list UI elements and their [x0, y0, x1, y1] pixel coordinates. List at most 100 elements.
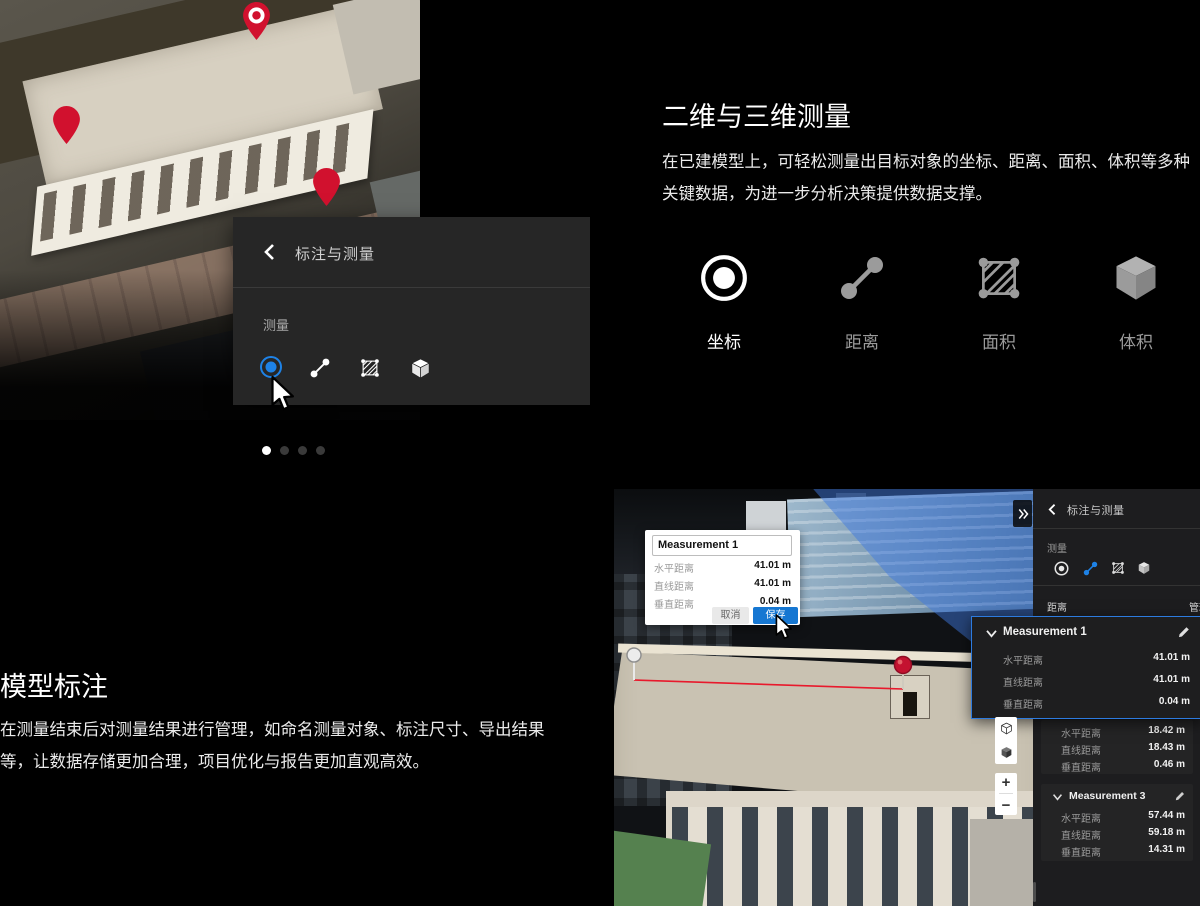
- section-title-annotation: 模型标注: [0, 665, 108, 704]
- cube-filled-icon[interactable]: [1000, 746, 1013, 759]
- zoom-out-button[interactable]: −: [1002, 798, 1011, 813]
- row-value: 59.18 m: [1148, 827, 1185, 838]
- feature-label: 距离: [810, 328, 914, 353]
- volume-icon: [409, 357, 432, 380]
- view-tools: [995, 717, 1017, 764]
- divider: [233, 287, 590, 288]
- feature-label: 体积: [1084, 328, 1188, 353]
- coordinate-tool[interactable]: [1052, 559, 1070, 577]
- area-icon: [359, 357, 381, 379]
- row-label: 直线距离: [1061, 742, 1101, 757]
- row-value: 0.04 m: [760, 596, 791, 607]
- row-label: 水平距离: [1061, 725, 1101, 740]
- distance-tool-selected[interactable]: [1081, 559, 1099, 577]
- measure-point-start[interactable]: [627, 648, 641, 662]
- row-value: 57.44 m: [1148, 810, 1185, 821]
- carousel-dots: [262, 446, 325, 455]
- distance-tool[interactable]: [307, 355, 333, 381]
- panel-title: 标注与测量: [295, 243, 375, 264]
- divider: [1033, 528, 1200, 529]
- feature-coordinate: 坐标: [672, 252, 776, 353]
- zoom-in-button[interactable]: +: [1002, 775, 1011, 790]
- coordinate-icon: [1054, 561, 1069, 576]
- row-label: 直线距离: [654, 578, 694, 593]
- row-value: 0.04 m: [1159, 696, 1190, 707]
- feature-icons-row: 坐标 距离 面积: [662, 252, 1200, 362]
- measure-section-label: 测量: [1047, 540, 1067, 555]
- cursor-icon: [265, 375, 301, 415]
- volume-tool[interactable]: [407, 355, 433, 381]
- volume-tool[interactable]: [1135, 559, 1153, 577]
- measure-point-end[interactable]: [895, 657, 912, 674]
- chevron-down-icon[interactable]: [1052, 793, 1063, 801]
- measurement-card-2[interactable]: 水平距离 18.42 m 直线距离 18.43 m 垂直距离 0.46 m: [1041, 720, 1193, 774]
- row-value: 18.42 m: [1148, 725, 1185, 736]
- area-tool[interactable]: [1109, 559, 1127, 577]
- back-chevron-icon[interactable]: [262, 243, 278, 261]
- row-label: 水平距离: [1003, 652, 1043, 667]
- edit-pencil-icon[interactable]: [1178, 626, 1190, 638]
- volume-icon: [1110, 252, 1162, 304]
- zoom-controls: + −: [995, 773, 1017, 815]
- map-pin-ring-icon: [243, 2, 270, 40]
- row-value: 41.01 m: [754, 578, 791, 589]
- area-icon: [974, 253, 1024, 303]
- cursor-icon: [771, 613, 797, 643]
- cancel-button[interactable]: 取消: [712, 607, 749, 624]
- page: 标注与测量 测量: [0, 0, 1200, 906]
- distance-icon: [838, 254, 886, 302]
- row-value: 14.31 m: [1148, 844, 1185, 855]
- measurement-popup: Measurement 1 水平距离 41.01 m 直线距离 41.01 m …: [645, 530, 800, 625]
- annotate-measure-panel: 标注与测量 测量: [233, 217, 590, 405]
- popup-row: 水平距离 41.01 m: [654, 560, 791, 574]
- panel-header: 标注与测量: [233, 217, 590, 287]
- area-tool[interactable]: [357, 355, 383, 381]
- carousel-dot[interactable]: [316, 446, 325, 455]
- section-title-measure: 二维与三维测量: [662, 95, 851, 134]
- row-label: 垂直距离: [1003, 696, 1043, 711]
- edit-pencil-icon[interactable]: [1175, 791, 1185, 801]
- row-value: 41.01 m: [1153, 652, 1190, 663]
- section-desc-measure: 在已建模型上，可轻松测量出目标对象的坐标、距离、面积、体积等多种关键数据，为进一…: [662, 146, 1200, 210]
- section-desc-annotation: 在测量结束后对测量结果进行管理，如命名测量对象、标注尺寸、导出结果等，让数据存储…: [0, 714, 566, 778]
- row-label: 直线距离: [1061, 827, 1101, 842]
- row-value: 41.01 m: [1153, 674, 1190, 685]
- scrollbar-thumb[interactable]: [1033, 882, 1036, 902]
- row-value: 41.01 m: [754, 560, 791, 571]
- area-icon: [1111, 561, 1125, 575]
- carousel-dot[interactable]: [280, 446, 289, 455]
- tab-distance[interactable]: 距离: [1047, 599, 1067, 614]
- popup-row: 直线距离 41.01 m: [654, 578, 791, 592]
- divider: [999, 793, 1013, 794]
- chevron-double-right-icon: [1017, 508, 1029, 520]
- distance-icon: [309, 357, 331, 379]
- map-pin-icon: [313, 168, 340, 206]
- measurement-name: Measurement 1: [1003, 626, 1087, 638]
- feature-volume: 体积: [1084, 252, 1188, 353]
- carousel-dot-active[interactable]: [262, 446, 271, 455]
- measurement-card-1-selected[interactable]: Measurement 1 水平距离 41.01 m 直线距离 41.01 m …: [971, 616, 1200, 719]
- measurement-name: Measurement 3: [1069, 790, 1145, 802]
- row-label: 垂直距离: [1061, 844, 1101, 859]
- measurement-card-3[interactable]: Measurement 3 水平距离 57.44 m 直线距离 59.18 m …: [1041, 784, 1193, 861]
- feature-distance: 距离: [810, 252, 914, 353]
- cube-outline-icon[interactable]: [1000, 722, 1013, 735]
- row-label: 水平距离: [1061, 810, 1101, 825]
- feature-label: 坐标: [672, 328, 776, 353]
- model-screenshot-2: Measurement 1 水平距离 41.01 m 直线距离 41.01 m …: [614, 489, 1200, 906]
- back-chevron-icon[interactable]: [1047, 503, 1058, 516]
- row-value: 0.46 m: [1154, 759, 1185, 770]
- feature-label: 面积: [947, 328, 1051, 353]
- measurement-name-input[interactable]: Measurement 1: [652, 535, 792, 556]
- coordinate-icon: [699, 253, 749, 303]
- row-label: 直线距离: [1003, 674, 1043, 689]
- carousel-dot[interactable]: [298, 446, 307, 455]
- row-label: 垂直距离: [654, 596, 694, 611]
- distance-icon: [1083, 561, 1098, 576]
- sidebar-collapse-button[interactable]: [1013, 500, 1032, 527]
- tab-manage[interactable]: 管理: [1189, 599, 1200, 614]
- row-label: 垂直距离: [1061, 759, 1101, 774]
- row-label: 水平距离: [654, 560, 694, 575]
- volume-icon: [1137, 561, 1151, 575]
- chevron-down-icon[interactable]: [985, 629, 998, 638]
